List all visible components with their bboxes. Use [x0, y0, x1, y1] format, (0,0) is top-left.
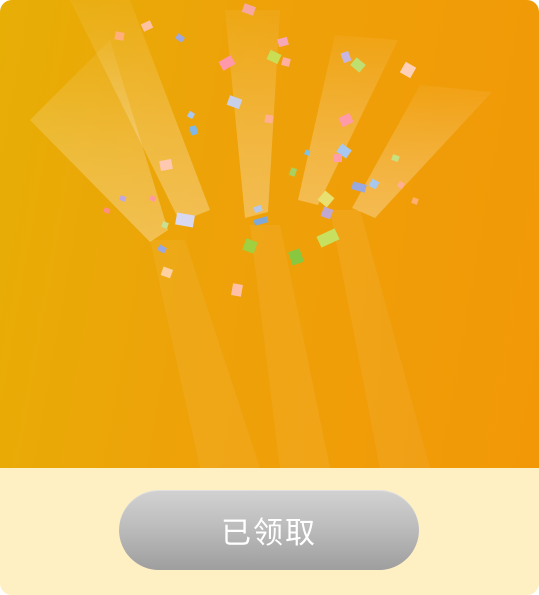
faint-rays	[150, 210, 430, 468]
reward-card: 已领取	[0, 0, 539, 595]
claimed-button[interactable]: 已领取	[119, 490, 419, 570]
celebration-banner	[0, 0, 539, 468]
confetti-burst-illustration	[30, 0, 492, 468]
